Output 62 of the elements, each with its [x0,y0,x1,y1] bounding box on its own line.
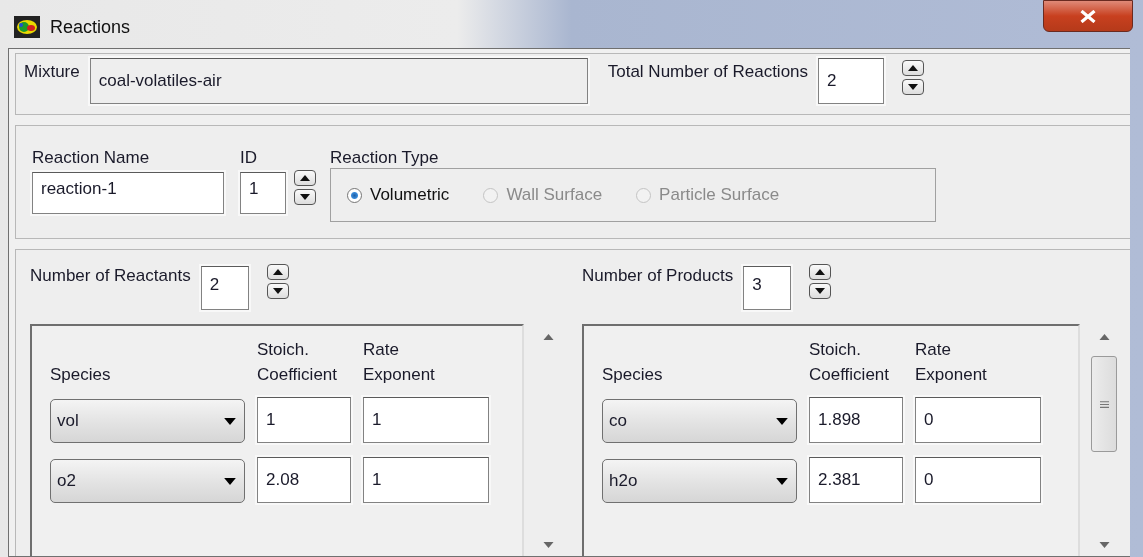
species-dropdown[interactable]: co [602,399,797,444]
down-arrow-icon [815,288,826,294]
exponent-field[interactable]: 1 [363,397,489,444]
exponent-field[interactable]: 1 [363,457,489,504]
dropdown-arrow-icon [776,477,788,485]
mixture-field[interactable]: coal-volatiles-air [89,58,588,104]
window-title: Reactions [50,16,131,38]
exponent-field[interactable]: 0 [915,397,1041,444]
app-icon [14,16,40,38]
close-button[interactable] [1043,0,1133,32]
id-label: ID [240,148,258,168]
dropdown-arrow-icon [776,417,788,425]
coefficient-field[interactable]: 1.898 [809,397,903,444]
increment-button[interactable] [294,170,316,186]
count-label: Number of Products [582,266,734,286]
scroll-up-icon[interactable] [542,334,554,340]
decrement-button[interactable] [809,283,832,299]
up-arrow-icon [815,269,826,275]
decrement-button[interactable] [294,189,316,205]
column-header: Species [602,363,664,386]
column-header: Species [50,363,112,386]
coefficient-field[interactable]: 1 [257,397,351,444]
down-arrow-icon [300,194,310,200]
up-arrow-icon [300,175,310,181]
count-field[interactable]: 2 [200,266,249,310]
coefficient-field[interactable]: 2.381 [809,457,903,504]
species-dropdown[interactable]: h2o [602,459,797,504]
count-field[interactable]: 3 [743,266,792,310]
total-reactions-field[interactable]: 2 [818,58,885,104]
reaction-name-field[interactable]: reaction-1 [32,172,224,214]
up-arrow-icon [908,65,919,71]
coefficient-field[interactable]: 2.08 [257,457,351,504]
radio-option[interactable]: Volumetric [347,185,450,205]
dropdown-arrow-icon [224,477,236,485]
scroll-down-icon[interactable] [542,542,554,548]
increment-button[interactable] [266,264,289,280]
increment-button[interactable] [902,60,925,76]
close-icon [1080,9,1096,23]
total-reactions-label: Total Number of Reactions [607,62,809,82]
column-header: Rate Exponent [363,339,436,386]
grip-icon [1099,400,1109,408]
species-dropdown[interactable]: vol [50,399,245,444]
increment-button[interactable] [809,264,832,280]
id-field[interactable]: 1 [240,172,286,214]
down-arrow-icon [272,288,283,294]
scroll-up-icon[interactable] [1098,334,1110,340]
column-header: Rate Exponent [915,339,988,386]
species-dropdown[interactable]: o2 [50,459,245,504]
exponent-field[interactable]: 0 [915,457,1041,504]
reaction-name-label: Reaction Name [32,148,151,168]
count-label: Number of Reactants [30,266,191,286]
up-arrow-icon [272,269,283,275]
down-arrow-icon [908,84,919,90]
scroll-down-icon[interactable] [1098,542,1110,548]
mixture-label: Mixture [24,62,80,82]
decrement-button[interactable] [266,283,289,299]
reaction-type-label: Reaction Type [330,148,440,168]
column-header: Stoich. Coefficient [257,339,338,386]
column-header: Stoich. Coefficient [809,339,890,386]
decrement-button[interactable] [902,79,925,95]
scroll-thumb[interactable] [1091,356,1117,452]
dropdown-arrow-icon [224,417,236,425]
